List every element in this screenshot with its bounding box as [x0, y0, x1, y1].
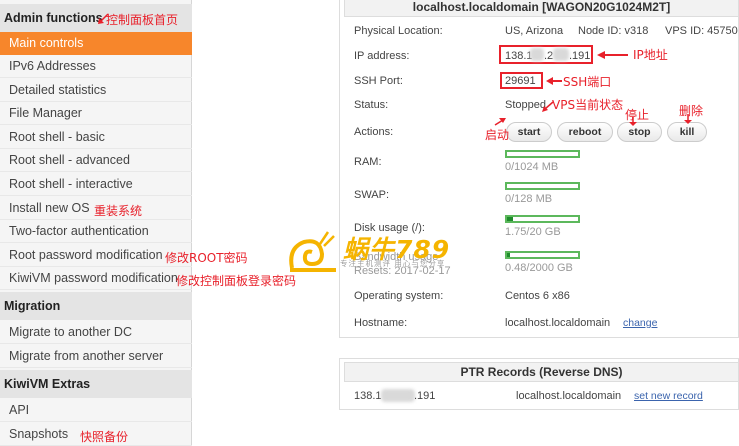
ptr-ip-redacted — [381, 389, 415, 402]
swap-value: 0/128 MB — [505, 193, 553, 205]
sidebar-item-ipv6[interactable]: IPv6 Addresses — [0, 55, 192, 78]
ram-value: 0/1024 MB — [505, 161, 559, 173]
section-kiwivm-extras: KiwiVM Extras — [0, 370, 192, 398]
watermark-tagline: 专注主机测评 用心与您分享 — [340, 259, 446, 268]
hostname-value: localhost.localdomain — [505, 317, 611, 329]
sidebar-item-migrate-to-dc[interactable]: Migrate to another DC — [0, 321, 192, 344]
sidebar-item-root-password[interactable]: Root password modification — [0, 244, 192, 267]
sidebar: Admin functions Main controls IPv6 Addre… — [0, 0, 192, 446]
stop-button[interactable]: stop — [617, 122, 662, 142]
os-value: Centos 6 x86 — [505, 290, 570, 302]
sidebar-item-api[interactable]: API — [0, 399, 192, 422]
ptr-hostname: localhost.localdomain — [516, 390, 622, 402]
location-value: US, Arizona — [505, 25, 564, 37]
hostname-label: Hostname: — [354, 317, 408, 329]
sidebar-item-root-shell-basic[interactable]: Root shell - basic — [0, 126, 192, 149]
vps-id: VPS ID: 45750 — [665, 25, 738, 37]
server-title: localhost.localdomain [WAGON20G1024M2T] — [344, 0, 739, 17]
kill-button[interactable]: kill — [667, 122, 707, 142]
ip-redacted — [553, 48, 569, 61]
sidebar-item-file-manager[interactable]: File Manager — [0, 102, 192, 125]
section-migration: Migration — [0, 292, 192, 320]
location-label: Physical Location: — [354, 25, 443, 37]
ssh-port: 29691 — [505, 75, 536, 87]
disk-value: 1.75/20 GB — [505, 226, 561, 238]
sidebar-item-main-controls[interactable]: Main controls — [0, 32, 192, 55]
annotation-install-os: 重装系统 — [94, 204, 143, 218]
arrow-icon — [494, 118, 506, 126]
arrow-icon — [597, 51, 628, 59]
annotation-root-password: 修改ROOT密码 — [165, 251, 248, 265]
ip-start: 138.1 — [505, 50, 533, 62]
ssh-label: SSH Port: — [354, 75, 403, 87]
sidebar-item-kiwivm-password[interactable]: KiwiVM password modification — [0, 267, 192, 290]
arrow-icon — [546, 77, 562, 85]
ptr-ip-start: 138.1 — [354, 390, 382, 402]
ram-bar — [505, 150, 580, 158]
sidebar-item-root-shell-interactive[interactable]: Root shell - interactive — [0, 173, 192, 196]
os-label: Operating system: — [354, 290, 444, 302]
annotation-status: VPS当前状态 — [552, 98, 624, 112]
bandwidth-bar — [505, 251, 580, 259]
sidebar-item-detailed-statistics[interactable]: Detailed statistics — [0, 79, 192, 102]
swap-label: SWAP: — [354, 189, 390, 201]
sidebar-item-root-shell-advanced[interactable]: Root shell - advanced — [0, 149, 192, 172]
ptr-ip-end: .191 — [414, 390, 436, 402]
arrow-icon — [629, 117, 637, 126]
ip-mid: .2 — [544, 50, 554, 62]
ip-redacted — [530, 48, 544, 61]
status-label: Status: — [354, 99, 389, 111]
annotation-start: 启动 — [485, 128, 510, 142]
ip-end: .191 — [569, 50, 591, 62]
node-id: Node ID: v318 — [578, 25, 649, 37]
ram-label: RAM: — [354, 156, 382, 168]
ptr-title: PTR Records (Reverse DNS) — [344, 362, 739, 382]
actions-label: Actions: — [354, 126, 394, 138]
annotation-kiwivm-password: 修改控制面板登录密码 — [176, 274, 297, 288]
sidebar-item-migrate-from-server[interactable]: Migrate from another server — [0, 345, 192, 368]
reboot-button[interactable]: reboot — [557, 122, 613, 142]
status-value: Stopped — [505, 99, 546, 111]
annotation-snapshots: 快照备份 — [80, 430, 129, 444]
ip-label: IP address: — [354, 50, 410, 62]
start-button[interactable]: start — [506, 122, 552, 142]
bandwidth-value: 0.48/2000 GB — [505, 262, 573, 274]
annotation-admin: 控制面板首页 — [106, 13, 179, 27]
set-new-record-link[interactable]: set new record — [634, 390, 703, 402]
swap-bar — [505, 182, 580, 190]
change-hostname-link[interactable]: change — [623, 317, 657, 329]
annotation-ssh: SSH端口 — [563, 75, 612, 89]
sidebar-item-two-factor[interactable]: Two-factor authentication — [0, 220, 192, 243]
arrow-icon — [684, 114, 692, 124]
annotation-ip: IP地址 — [633, 48, 668, 62]
disk-bar — [505, 215, 580, 223]
